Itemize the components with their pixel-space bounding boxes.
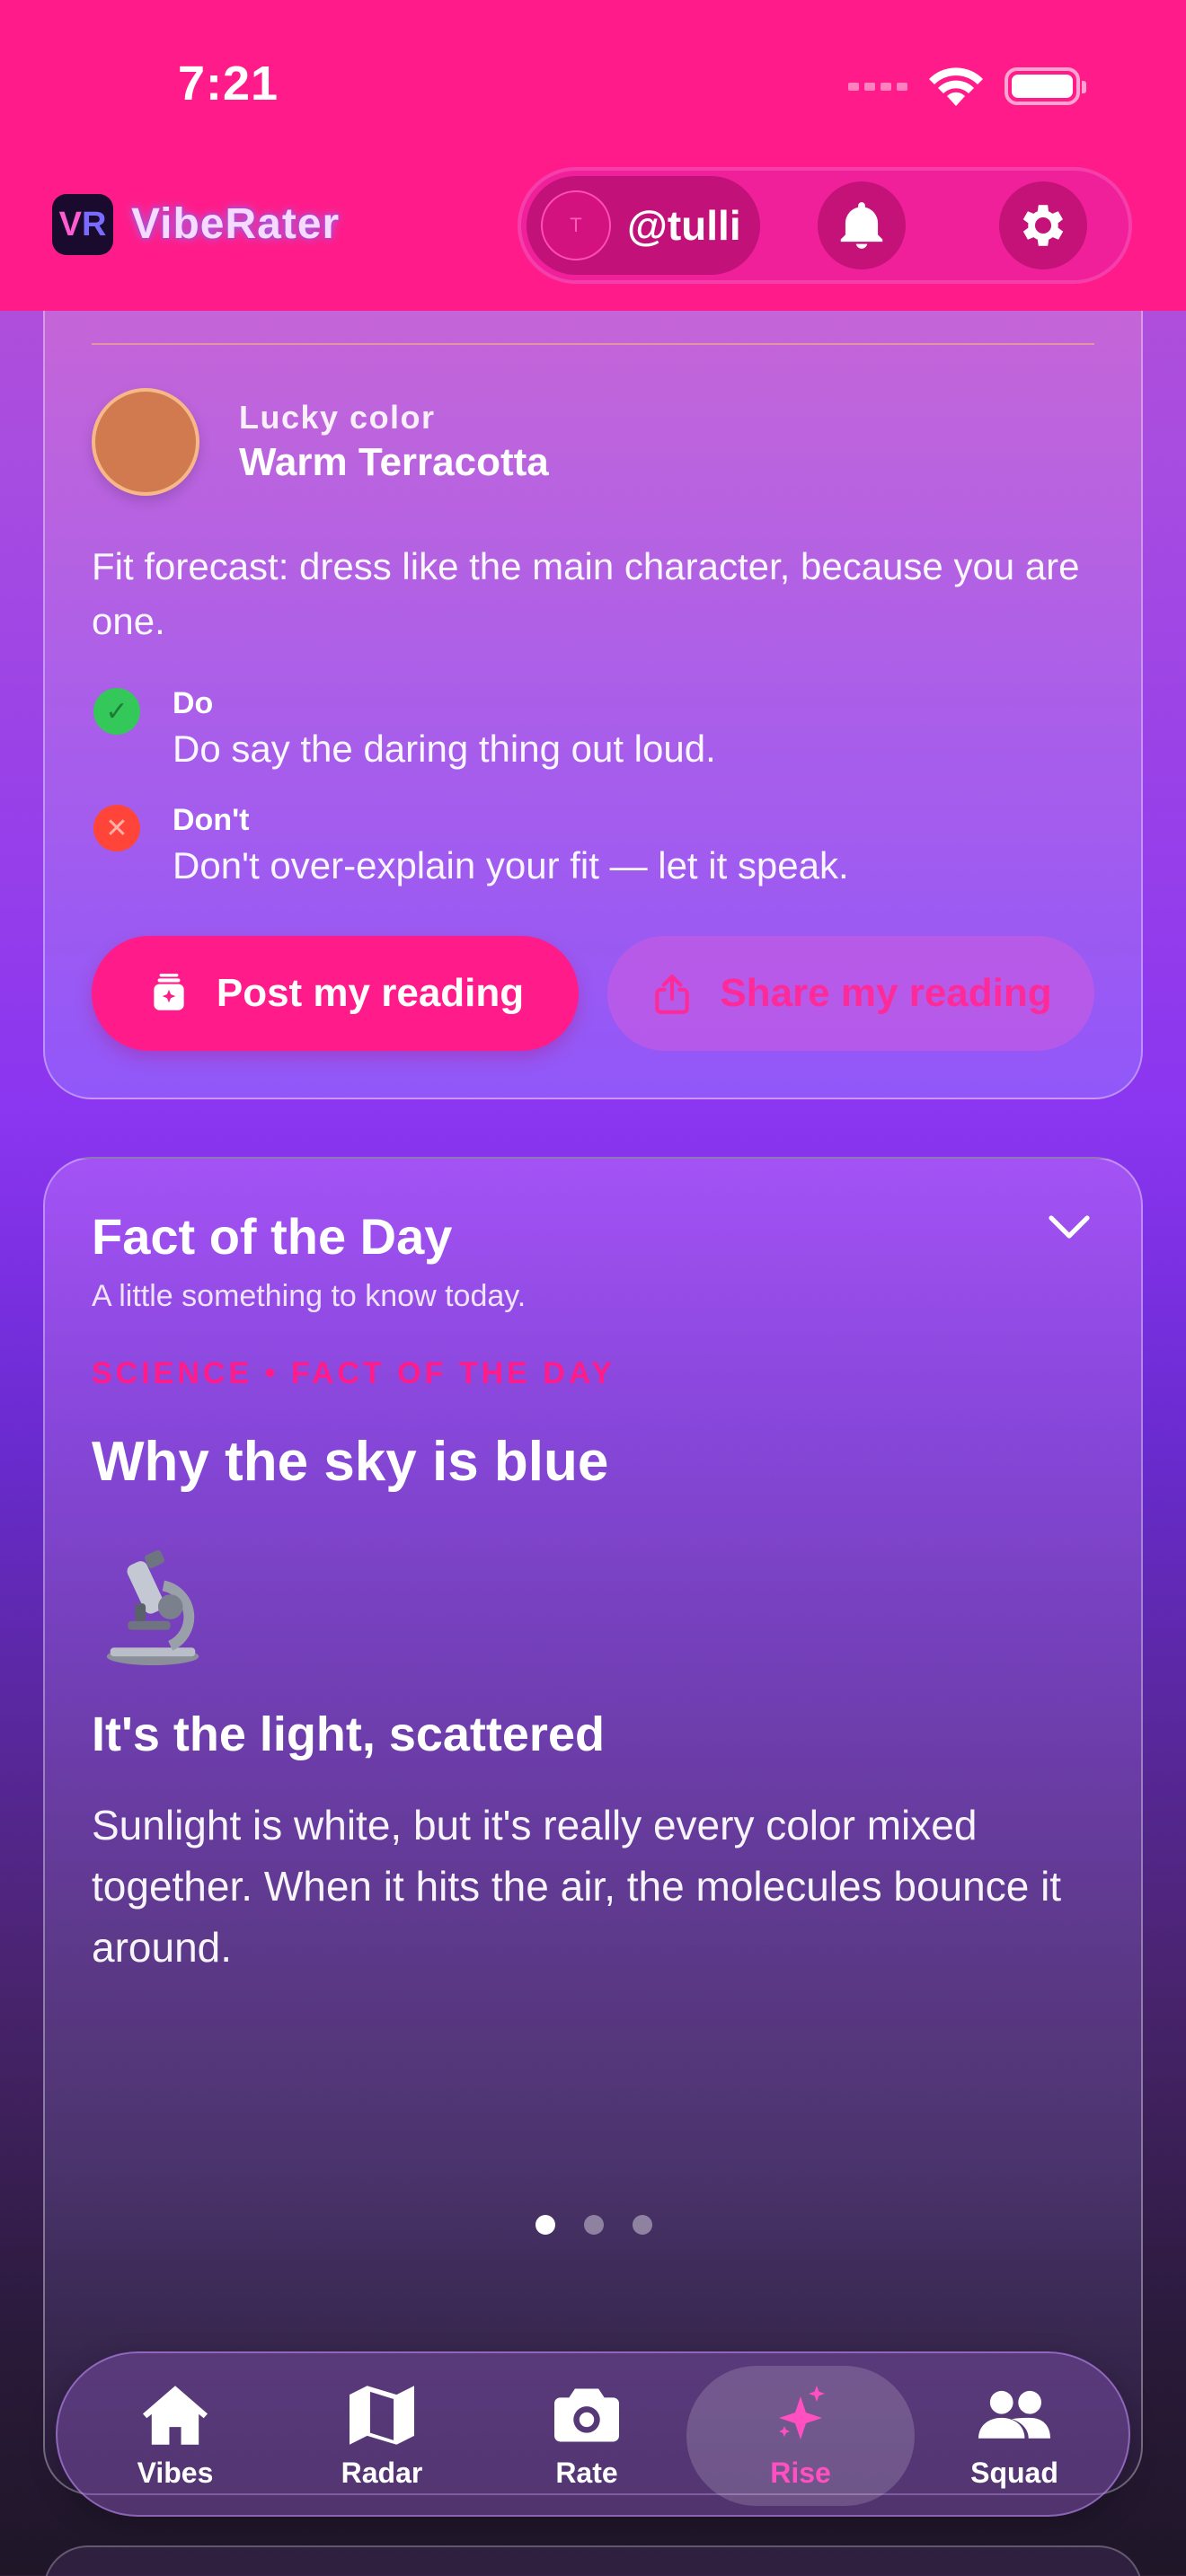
page-dot-3[interactable] xyxy=(633,2215,652,2235)
fact-subheadline: It's the light, scattered xyxy=(92,1707,605,1761)
tab-label: Vibes xyxy=(137,2456,214,2489)
page-dot-1[interactable] xyxy=(535,2215,555,2235)
divider xyxy=(92,343,1094,345)
check-circle-icon: ✓ xyxy=(93,688,140,735)
tab-label: Rise xyxy=(770,2456,831,2489)
map-icon xyxy=(350,2385,414,2445)
tab-label: Radar xyxy=(341,2456,423,2489)
gear-icon xyxy=(1022,205,1064,246)
tab-bar: Vibes Radar Rate Rise Squad xyxy=(56,2351,1130,2517)
tab-rate[interactable]: Rate xyxy=(483,2353,690,2519)
page-indicator[interactable] xyxy=(535,2215,652,2235)
app-header: 7:21 VR VibeRater T @tulli xyxy=(0,0,1186,311)
wifi-icon xyxy=(929,67,983,106)
tab-rise[interactable]: Rise xyxy=(686,2366,915,2506)
lucky-color-value: Warm Terracotta xyxy=(239,440,549,484)
tab-squad[interactable]: Squad xyxy=(911,2353,1118,2519)
do-label: Do xyxy=(173,686,214,720)
chevron-down-icon[interactable] xyxy=(1046,1209,1093,1245)
lucky-color-label: Lucky color xyxy=(239,399,436,436)
settings-button[interactable] xyxy=(999,181,1087,269)
post-reading-label: Post my reading xyxy=(216,971,525,1015)
tab-label: Squad xyxy=(970,2456,1058,2489)
battery-icon xyxy=(1005,67,1086,105)
microscope-icon xyxy=(106,1550,199,1666)
notifications-button[interactable] xyxy=(818,181,906,269)
avatar: T xyxy=(541,190,611,260)
lucky-color-swatch xyxy=(92,388,199,496)
dont-label: Don't xyxy=(173,803,250,837)
do-text: Do say the daring thing out loud. xyxy=(173,728,716,770)
people-icon xyxy=(978,2390,1050,2439)
fact-category: SCIENCE • FACT OF THE DAY xyxy=(92,1356,615,1390)
camera-icon xyxy=(554,2388,619,2441)
fact-headline: Why the sky is blue xyxy=(92,1431,609,1493)
bell-icon xyxy=(840,202,883,249)
tab-radar[interactable]: Radar xyxy=(279,2353,485,2519)
tab-label: Rate xyxy=(555,2456,618,2489)
share-reading-label: Share my reading xyxy=(720,971,1052,1015)
home-icon xyxy=(143,2385,208,2445)
cellular-signal-icon xyxy=(848,82,907,91)
fact-card-subtitle: A little something to know today. xyxy=(92,1279,527,1313)
next-card xyxy=(43,2545,1143,2576)
status-icons xyxy=(848,66,1086,106)
post-reading-button[interactable]: Post my reading xyxy=(92,936,579,1051)
sparkles-icon xyxy=(779,2385,825,2439)
share-reading-button[interactable]: Share my reading xyxy=(607,936,1094,1051)
post-card-icon xyxy=(154,974,184,1010)
profile-button[interactable]: T @tulli xyxy=(527,176,760,275)
tab-vibes[interactable]: Vibes xyxy=(72,2353,279,2519)
fit-forecast: Fit forecast: dress like the main charac… xyxy=(92,545,1080,642)
status-time: 7:21 xyxy=(178,57,279,110)
share-icon xyxy=(655,975,690,1014)
page-dot-2[interactable] xyxy=(584,2215,604,2235)
app-name: VibeRater xyxy=(131,200,341,248)
x-circle-icon: ✕ xyxy=(93,805,140,851)
fact-body: Sunlight is white, but it's really every… xyxy=(92,1802,1062,1971)
dont-text: Don't over-explain your fit — let it spe… xyxy=(173,844,849,887)
app-logo: VR xyxy=(52,194,113,255)
user-handle: @tulli xyxy=(627,202,741,249)
fact-card-title: Fact of the Day xyxy=(92,1208,453,1265)
